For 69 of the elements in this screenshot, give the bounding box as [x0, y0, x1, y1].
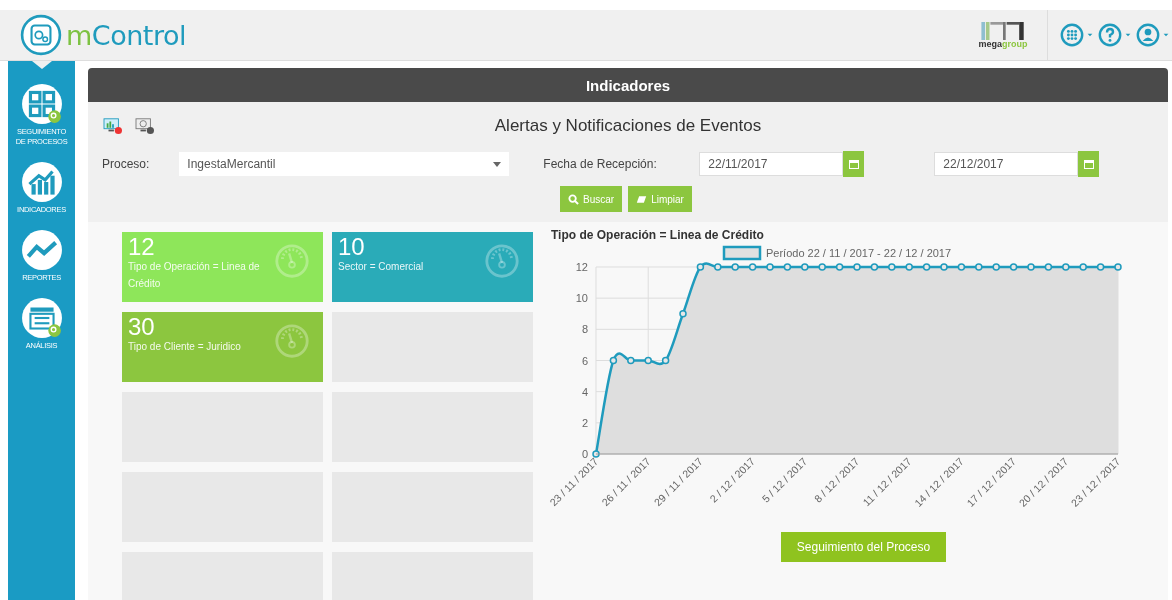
data-point: [922, 263, 931, 271]
calendar-icon: [848, 159, 859, 169]
data-point: [1044, 263, 1053, 271]
data-point: [853, 263, 861, 271]
calendar-button[interactable]: [1078, 151, 1100, 177]
data-point: [748, 263, 757, 271]
data-point: [679, 310, 687, 318]
table-icon: [20, 297, 63, 339]
growth-icon: [20, 161, 63, 203]
y-tick-label: 12: [575, 261, 588, 273]
data-point: [818, 263, 826, 271]
data-point: [766, 263, 774, 271]
y-tick-label: 4: [581, 385, 588, 398]
legend-label: Período 22 / 11 / 2017 - 22 / 12 / 2017: [766, 247, 952, 259]
date-to-field[interactable]: 22/12/2017: [934, 152, 1079, 176]
data-point: [1079, 263, 1087, 271]
data-point: [1009, 263, 1018, 271]
y-tick-label: 2: [581, 416, 588, 429]
data-point: [905, 263, 913, 271]
data-point: [940, 263, 948, 271]
data-point: [992, 263, 1000, 271]
tile-label: Sector = Comercial: [338, 260, 425, 274]
gauge-icon: [273, 322, 311, 360]
process-label: Proceso:: [102, 157, 150, 171]
gauge-icon: [483, 242, 521, 280]
data-point: [835, 263, 844, 271]
calendar-button[interactable]: [843, 151, 865, 177]
partner-logo-text: megagroup: [978, 39, 1028, 49]
app-logo-icon: [20, 14, 62, 56]
tile-count: 10: [338, 236, 365, 258]
data-point: [1062, 263, 1070, 271]
data-point: [870, 263, 879, 271]
data-point: [888, 263, 896, 271]
search-icon: [568, 193, 579, 205]
tile-label: Tipo de Operación = Linea de Crédito: [128, 260, 261, 291]
gauge-icon: [273, 242, 311, 280]
tile-label: Tipo de Cliente = Juridico: [128, 340, 242, 354]
data-point: [627, 356, 635, 365]
data-point: [783, 263, 792, 271]
data-point: [975, 263, 983, 271]
data-point: [1027, 263, 1035, 271]
app-name: mControl: [66, 19, 186, 51]
data-point: [714, 263, 722, 271]
eraser-icon: [636, 193, 648, 205]
calendar-icon: [1083, 159, 1094, 169]
page-heading: Alertas y Notificaciones de Eventos: [494, 116, 762, 136]
tiles-icon: [20, 83, 63, 125]
data-point: [957, 263, 966, 271]
panel-title: Indicadores: [88, 68, 1168, 102]
y-tick-label: 6: [581, 354, 588, 367]
caret-icon: [493, 161, 502, 167]
y-tick-label: 0: [581, 448, 588, 460]
data-point: [1096, 263, 1105, 271]
process-tracking-button[interactable]: Seguimiento del Proceso: [781, 532, 946, 562]
process-select[interactable]: IngestaMercantil: [179, 152, 510, 176]
date-from-field[interactable]: 22/11/2017: [699, 152, 844, 176]
monitor-chart-icon[interactable]: [102, 117, 124, 135]
chart-title: Tipo de Operación = Linea de Crédito: [551, 228, 765, 242]
tile-count: 30: [128, 316, 155, 338]
data-point: [801, 263, 809, 271]
date-label: Fecha de Recepción:: [543, 157, 658, 171]
monitor-pie-icon[interactable]: [134, 117, 156, 135]
clear-button[interactable]: Limpiar: [628, 186, 692, 212]
y-tick-label: 8: [581, 323, 588, 336]
y-tick-label: 10: [575, 292, 588, 305]
tile-count: 12: [128, 236, 155, 258]
data-point: [731, 263, 739, 271]
search-button[interactable]: Buscar: [560, 186, 623, 212]
trend-icon: [20, 229, 63, 271]
